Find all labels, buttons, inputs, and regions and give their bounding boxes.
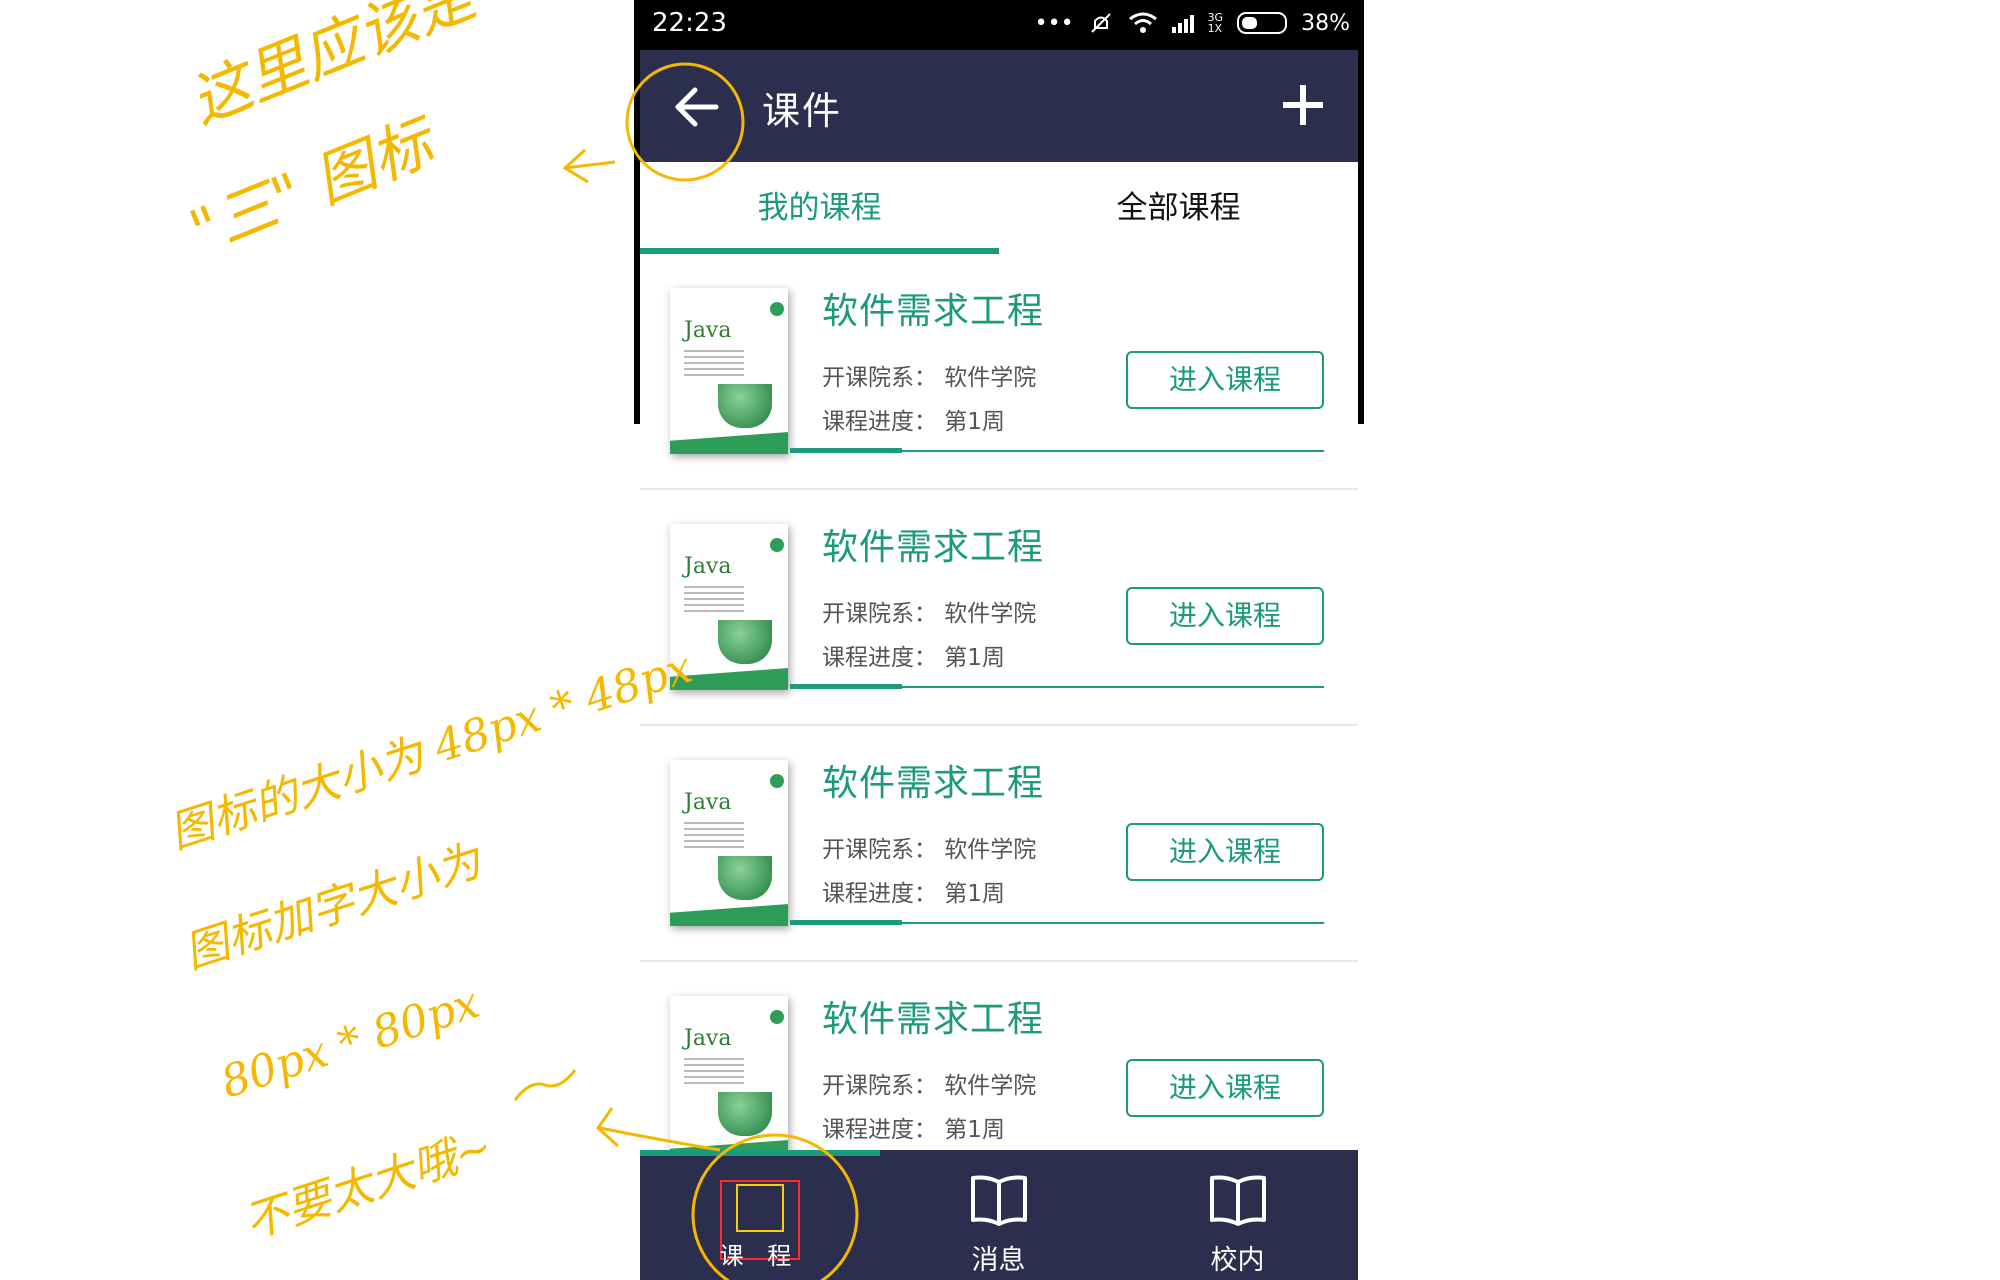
course-card[interactable]: Java 软件需求工程 开课院系： 软件学院 课程进度： 第1周 进入课程 xyxy=(640,726,1358,962)
course-card[interactable]: Java 软件需求工程 开课院系： 软件学院 课程进度： 第1周 进入课程 xyxy=(640,962,1358,1150)
annotation-tilde xyxy=(513,1069,577,1101)
cover-badge xyxy=(770,1010,784,1024)
course-department: 开课院系： 软件学院 xyxy=(822,365,1037,391)
tab-bar: 我的课程 全部课程 xyxy=(640,162,1358,254)
open-book-icon xyxy=(971,1175,1027,1226)
cover-band xyxy=(670,1140,788,1150)
add-button[interactable] xyxy=(1278,80,1328,130)
tab-all-courses[interactable]: 全部课程 xyxy=(999,162,1358,254)
course-cover-image: Java xyxy=(670,760,788,926)
app-header: 课件 xyxy=(640,50,1358,162)
status-icons: ••• 3G 1X 38% xyxy=(1035,10,1350,36)
course-progress-fill xyxy=(790,684,903,689)
course-progress-bar xyxy=(790,448,1324,453)
phone-frame-right xyxy=(1358,50,1364,424)
cover-cup-graphic xyxy=(718,384,772,428)
nav-label-campus: 校内 xyxy=(1210,1245,1265,1276)
course-list: Java 软件需求工程 开课院系： 软件学院 课程进度： 第1周 进入课程 Ja… xyxy=(640,254,1358,1150)
enter-course-button[interactable]: 进入课程 xyxy=(1126,823,1324,881)
cover-badge xyxy=(770,302,784,316)
cover-title: Java xyxy=(684,1026,732,1051)
course-department: 开课院系： 软件学院 xyxy=(822,837,1037,863)
enter-course-button[interactable]: 进入课程 xyxy=(1126,587,1324,645)
placeholder-square-icon xyxy=(736,1184,784,1232)
battery-level: 38% xyxy=(1301,10,1350,36)
cover-badge xyxy=(770,774,784,788)
enter-course-button[interactable]: 进入课程 xyxy=(1126,351,1324,409)
nav-item-campus[interactable]: 校内 xyxy=(1118,1150,1357,1280)
more-dots-icon: ••• xyxy=(1034,10,1074,36)
cover-cup-graphic xyxy=(718,620,772,664)
nav-label-courses: 课 程 xyxy=(719,1242,800,1270)
cover-badge xyxy=(770,538,784,552)
course-progress-fill xyxy=(790,448,903,453)
course-name[interactable]: 软件需求工程 xyxy=(822,518,1044,570)
network-type: 3G 1X xyxy=(1207,11,1224,35)
course-name[interactable]: 软件需求工程 xyxy=(822,282,1044,334)
course-card[interactable]: Java 软件需求工程 开课院系： 软件学院 课程进度： 第1周 进入课程 xyxy=(640,490,1358,726)
cover-title: Java xyxy=(684,318,732,343)
battery-icon xyxy=(1237,12,1288,34)
cover-text-lines xyxy=(684,1058,744,1088)
course-progress-fill xyxy=(790,920,903,925)
mute-icon xyxy=(1090,13,1111,33)
course-cover-image: Java xyxy=(670,996,788,1150)
course-cover-image: Java xyxy=(670,288,788,454)
course-department: 开课院系： 软件学院 xyxy=(822,601,1037,627)
open-book-icon xyxy=(1210,1175,1266,1226)
cover-text-lines xyxy=(684,350,744,380)
cover-band xyxy=(670,432,788,454)
cover-band xyxy=(670,904,788,926)
signal-icon xyxy=(1171,13,1194,33)
course-progress-text: 课程进度： 第1周 xyxy=(822,409,1005,435)
page-title: 课件 xyxy=(762,89,843,133)
course-progress-bar xyxy=(790,684,1324,689)
cover-text-lines xyxy=(684,586,744,616)
course-name[interactable]: 软件需求工程 xyxy=(822,754,1044,806)
course-progress-text: 课程进度： 第1周 xyxy=(822,881,1005,907)
annotation-size-note-3: 80px * 80px xyxy=(215,977,486,1109)
course-progress-text: 课程进度： 第1周 xyxy=(822,1117,1005,1143)
bottom-nav: 课 程 消息 校内 xyxy=(640,1150,1358,1280)
annotation-size-note-4: 不要太大哦~ xyxy=(238,1121,499,1249)
nav-item-messages[interactable]: 消息 xyxy=(879,1150,1118,1280)
cover-text-lines xyxy=(684,822,744,852)
annotation-arrow-back xyxy=(562,148,616,184)
cover-cup-graphic xyxy=(718,856,772,900)
cover-title: Java xyxy=(684,554,732,579)
status-bar: 22:23 ••• 3G 1X 38% xyxy=(634,0,1364,50)
annotation-size-note-2: 图标加字大小为 xyxy=(178,835,488,979)
course-name[interactable]: 软件需求工程 xyxy=(822,990,1044,1042)
cover-title: Java xyxy=(684,790,732,815)
enter-course-button[interactable]: 进入课程 xyxy=(1126,1059,1324,1117)
annotation-back-note: 这里应该是 xyxy=(180,0,485,138)
course-progress-text: 课程进度： 第1周 xyxy=(822,645,1005,671)
tab-my-courses[interactable]: 我的课程 xyxy=(640,162,999,254)
nav-label-messages: 消息 xyxy=(971,1245,1026,1276)
cover-cup-graphic xyxy=(718,1092,772,1136)
status-time: 22:23 xyxy=(652,8,727,38)
wifi-icon xyxy=(1128,12,1157,33)
course-department: 开课院系： 软件学院 xyxy=(822,1073,1037,1099)
arrow-left-icon xyxy=(675,87,719,127)
plus-icon xyxy=(1283,85,1323,125)
nav-item-courses[interactable]: 课 程 xyxy=(640,1150,879,1280)
annotation-size-note-1: 图标的大小为 48px * 48px xyxy=(163,641,699,859)
course-progress-bar xyxy=(790,920,1324,925)
back-button[interactable] xyxy=(670,80,724,134)
course-card[interactable]: Java 软件需求工程 开课院系： 软件学院 课程进度： 第1周 进入课程 xyxy=(640,254,1358,490)
